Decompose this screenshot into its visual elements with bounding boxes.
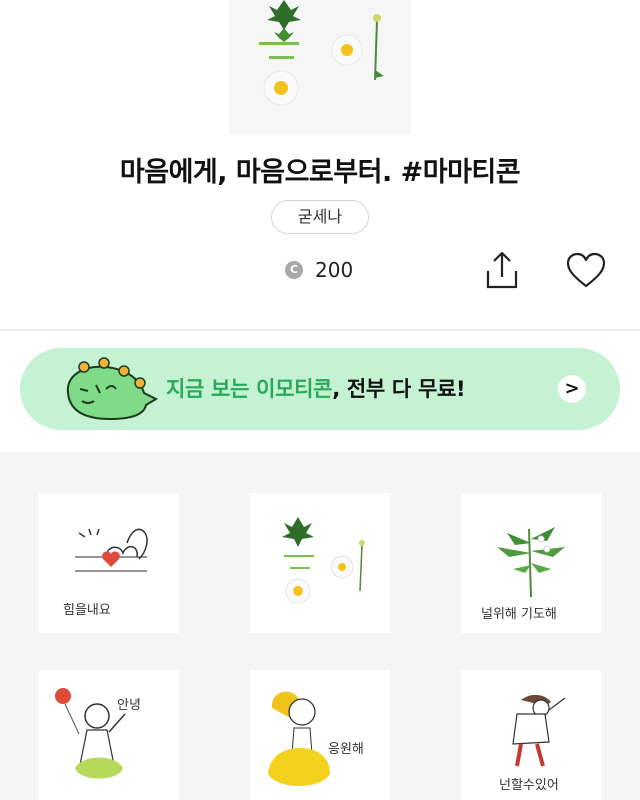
price-value: 200: [315, 258, 354, 282]
emoticon-item[interactable]: 널위해 기도해: [461, 493, 601, 633]
product-title: 마음에게, 마음으로부터. #마마티콘: [119, 157, 521, 188]
emoticon-hello-girl-image: [55, 688, 126, 779]
banner-text-rest: , 전부 다 무료!: [332, 377, 466, 401]
emoticon-grid: 힘을내요 널위해 기도해 안녕 응원해 넌할수있어: [0, 452, 640, 800]
product-header: 마음에게, 마음으로부터. #마마티콘 굳세나 C 200: [0, 0, 640, 330]
emoticon-item[interactable]: [250, 493, 390, 633]
dinosaur-mascot-icon: [66, 357, 159, 421]
heart-icon: [566, 252, 606, 288]
price-info: C 200: [285, 257, 353, 283]
coin-icon: C: [285, 261, 303, 279]
banner-text: 지금 보는 이모티콘, 전부 다 무료!: [166, 348, 466, 430]
emoticon-flower-image: [282, 517, 365, 604]
like-button[interactable]: [565, 252, 607, 290]
emoticon-caption: 응원해: [328, 742, 364, 757]
banner-text-highlight: 지금 보는 이모티콘: [166, 377, 333, 401]
author-button[interactable]: 굳세나: [271, 200, 369, 234]
emoticon-caption: 안녕: [117, 698, 141, 713]
emoticon-item[interactable]: 넌할수있어: [461, 670, 601, 800]
share-button[interactable]: [482, 249, 522, 291]
share-icon: [486, 251, 518, 289]
free-promo-banner[interactable]: 지금 보는 이모티콘, 전부 다 무료! >: [20, 348, 620, 430]
section-divider: [0, 329, 640, 331]
emoticon-item[interactable]: 힘을내요: [39, 493, 179, 633]
emoticon-caption: 넌할수있어: [499, 778, 559, 793]
chevron-right-icon[interactable]: >: [558, 375, 586, 403]
hero-image: [229, 0, 411, 134]
emoticon-caption: 널위해 기도해: [481, 607, 557, 622]
emoticon-item[interactable]: 안녕: [39, 670, 179, 800]
emoticon-item[interactable]: 응원해: [250, 670, 390, 800]
emoticon-caption: 힘을내요: [63, 603, 111, 618]
emoticon-cheer-girl-image: [268, 691, 330, 786]
